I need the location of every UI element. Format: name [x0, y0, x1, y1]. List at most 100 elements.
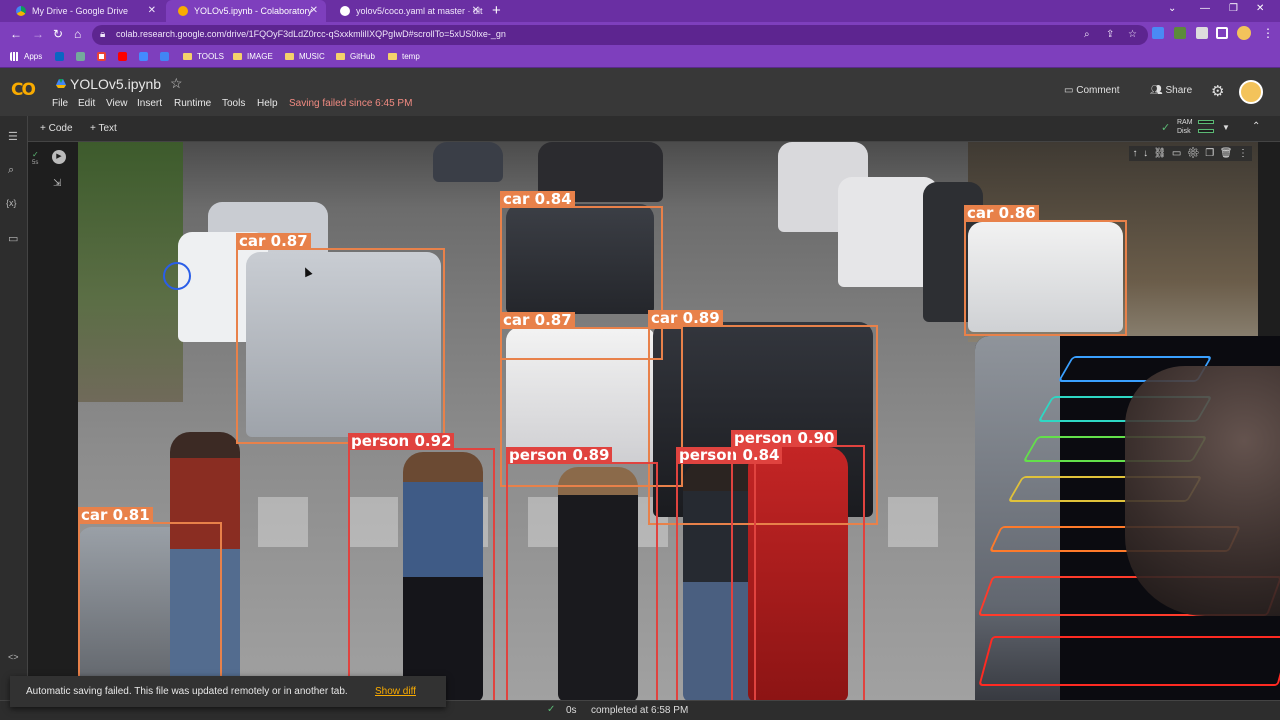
bookmark-label: IMAGE: [247, 52, 273, 61]
menu-tools[interactable]: Tools: [222, 98, 245, 109]
address-bar[interactable]: 🔒︎ colab.research.google.com/drive/1FQOy…: [92, 25, 1148, 45]
bookmark-chatgpt[interactable]: [76, 52, 90, 61]
translate-icon: [160, 52, 169, 61]
cell-action-toolbar: ↑ ↓ ⛓ ▭ ⚙ ❐ 🗑︎ ⋮: [1128, 146, 1252, 161]
mirror-cell-icon[interactable]: ❐: [1205, 148, 1214, 159]
apps-grid-icon: [10, 52, 19, 61]
notebook-title[interactable]: YOLOv5.ipynb: [70, 76, 161, 92]
table-of-contents-icon[interactable]: ☰: [8, 130, 18, 143]
detection-label: car 0.84: [500, 191, 575, 208]
output-actions-icon[interactable]: ⇲: [53, 178, 61, 189]
bookmark-star-icon[interactable]: ☆: [1128, 29, 1137, 40]
bookmark-apps[interactable]: Apps: [10, 52, 42, 61]
ram-disk-indicator[interactable]: RAM Disk: [1177, 118, 1193, 136]
bookmark-label: TOOLS: [197, 52, 224, 61]
profile-avatar-icon[interactable]: [1237, 26, 1251, 40]
add-code-button[interactable]: + Code: [40, 123, 73, 134]
browser-toolbar: ← → ↻ ⌂ 🔒︎ colab.research.google.com/dri…: [0, 22, 1280, 48]
detection-box-car: car 0.81: [78, 507, 222, 700]
run-cell-button[interactable]: ▶: [52, 150, 66, 164]
cell-gutter: [28, 142, 76, 720]
star-icon[interactable]: ☆: [170, 75, 183, 92]
bookmark-youtube[interactable]: [118, 52, 132, 61]
show-diff-link[interactable]: Show diff: [375, 686, 416, 697]
more-options-icon[interactable]: ⋮: [1238, 148, 1248, 159]
menu-edit[interactable]: Edit: [78, 98, 95, 109]
share-label: Share: [1165, 85, 1193, 96]
menu-help[interactable]: Help: [257, 98, 278, 109]
move-up-icon[interactable]: ↑: [1133, 148, 1138, 159]
menu-file[interactable]: File: [52, 98, 68, 109]
reload-icon[interactable]: ↻: [53, 27, 63, 41]
save-status[interactable]: Saving failed since 6:45 PM: [289, 98, 412, 109]
tab-github[interactable]: yolov5/coco.yaml at master · ult ✕: [328, 0, 488, 22]
extensions-puzzle-icon[interactable]: [1196, 27, 1208, 39]
bookmark-folder-github[interactable]: GitHub: [336, 52, 375, 61]
bookmark-folder-temp[interactable]: temp: [388, 52, 420, 61]
search-icon[interactable]: ⌕: [8, 164, 14, 177]
code-snippets-icon[interactable]: <>: [8, 652, 19, 662]
delete-icon[interactable]: 🗑︎: [1220, 148, 1233, 159]
files-folder-icon[interactable]: ▭: [8, 232, 18, 245]
menu-view[interactable]: View: [106, 98, 128, 109]
execution-time: 0s: [566, 705, 577, 716]
share-page-icon[interactable]: ⇪: [1106, 29, 1114, 40]
detection-box-person: person 0.90: [731, 430, 865, 700]
link-icon[interactable]: ⛓: [1154, 148, 1167, 159]
comment-button[interactable]: ▭ Comment: [1064, 85, 1120, 96]
move-down-icon[interactable]: ↓: [1143, 148, 1148, 159]
scene-car: [433, 142, 503, 182]
minimize-icon[interactable]: —: [1200, 3, 1210, 14]
bookmark-folder-music[interactable]: MUSIC: [285, 52, 325, 61]
close-tab-icon[interactable]: ✕: [148, 5, 156, 16]
comment-icon: ▭: [1064, 85, 1077, 96]
gear-icon[interactable]: ⚙: [1211, 82, 1224, 100]
collapse-icon[interactable]: ⌃: [1252, 121, 1260, 132]
tab-title: YOLOv5.ipynb - Colaboratory: [194, 6, 313, 16]
completed-status[interactable]: completed at 6:58 PM: [591, 705, 688, 716]
new-tab-button[interactable]: +: [492, 2, 501, 19]
share-button[interactable]: 👥︎ Share: [1150, 85, 1192, 96]
extension-translate-icon[interactable]: [1152, 27, 1164, 39]
back-icon[interactable]: ←: [10, 27, 22, 41]
comment-icon[interactable]: ▭: [1172, 148, 1181, 159]
colab-icon: [178, 6, 188, 16]
variables-icon[interactable]: {x}: [6, 198, 17, 208]
close-window-icon[interactable]: ✕: [1256, 3, 1264, 14]
bookmark-folder-image[interactable]: IMAGE: [233, 52, 273, 61]
avatar[interactable]: [1239, 80, 1263, 104]
tab-search-icon[interactable]: ⌄: [1168, 3, 1176, 14]
forward-icon[interactable]: →: [32, 27, 44, 41]
zoom-icon[interactable]: ⌕: [1084, 29, 1090, 40]
runtime-dropdown-icon[interactable]: ▼: [1222, 123, 1230, 132]
tab-colab[interactable]: YOLOv5.ipynb - Colaboratory ✕: [166, 0, 326, 22]
lock-icon[interactable]: 🔒︎: [100, 29, 105, 40]
click-indicator: [163, 262, 191, 290]
detection-box-car: car 0.86: [964, 205, 1127, 336]
folder-icon: [233, 53, 242, 60]
gear-icon[interactable]: ⚙: [1187, 148, 1200, 159]
add-text-button[interactable]: + Text: [90, 123, 117, 134]
people-icon: 👥︎: [1150, 85, 1166, 96]
close-tab-icon[interactable]: ✕: [310, 5, 318, 16]
close-tab-icon[interactable]: ✕: [472, 5, 480, 16]
menu-insert[interactable]: Insert: [137, 98, 162, 109]
folder-icon: [285, 53, 294, 60]
home-icon[interactable]: ⌂: [74, 27, 81, 41]
bookmark-messenger[interactable]: [139, 52, 153, 61]
bookmark-label: Apps: [24, 52, 43, 61]
chrome-menu-icon[interactable]: ⋮: [1262, 26, 1274, 40]
bookmark-translate[interactable]: [160, 52, 174, 61]
bookmark-gmail[interactable]: [97, 52, 111, 61]
side-panel-icon[interactable]: [1216, 27, 1228, 39]
tab-google-drive[interactable]: My Drive - Google Drive ✕: [4, 0, 164, 22]
colab-logo[interactable]: CO: [11, 80, 36, 100]
bookmark-folder-tools[interactable]: TOOLS: [183, 52, 224, 61]
bookmark-linkedin[interactable]: [55, 52, 69, 61]
url-text[interactable]: colab.research.google.com/drive/1FQOyF3d…: [116, 29, 506, 39]
maximize-icon[interactable]: ❐: [1229, 3, 1238, 14]
cell-exec-time: 5s: [32, 160, 39, 166]
menu-runtime[interactable]: Runtime: [174, 98, 211, 109]
extension-l-icon[interactable]: [1174, 27, 1186, 39]
autosave-failed-toast: Automatic saving failed. This file was u…: [10, 676, 446, 707]
